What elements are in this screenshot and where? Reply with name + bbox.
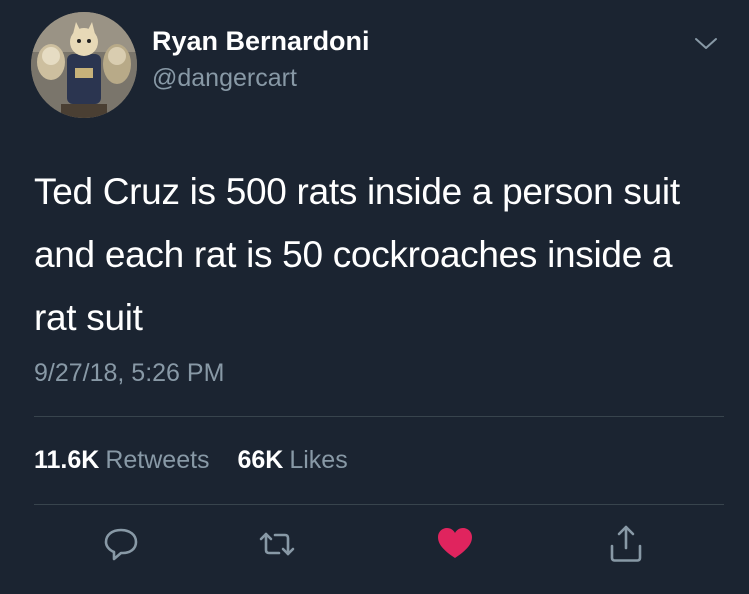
retweets-stat[interactable]: 11.6K Retweets [34,446,217,474]
retweets-count: 11.6K [34,446,100,474]
chevron-down-icon[interactable] [693,33,719,53]
tweet-text: Ted Cruz is 500 rats inside a person sui… [34,171,680,338]
avatar-photo-icon [31,12,137,118]
speech-bubble-icon [104,528,138,561]
share-button[interactable] [604,522,648,566]
divider [34,504,724,505]
likes-label: Likes [289,446,348,474]
share-icon [610,525,642,562]
tweet-timestamp[interactable]: 9/27/18, 5:26 PM [34,359,224,388]
likes-count: 66K [237,446,284,474]
retweet-arrows-icon [259,532,295,556]
tweet-stats: 11.6K Retweets 66K Likes [34,446,348,475]
divider [34,416,724,417]
avatar[interactable] [31,12,137,118]
tweet-actions [0,522,749,572]
reply-button[interactable] [99,522,143,566]
likes-stat[interactable]: 66K Likes [237,446,347,474]
retweet-button[interactable] [255,522,299,566]
retweets-label: Retweets [105,446,210,474]
user-handle[interactable]: @dangercart [152,64,297,93]
user-display-name[interactable]: Ryan Bernardoni [152,26,370,57]
like-button[interactable] [433,522,477,566]
heart-icon [438,528,472,558]
tweet-header: Ryan Bernardoni @dangercart [0,0,749,130]
